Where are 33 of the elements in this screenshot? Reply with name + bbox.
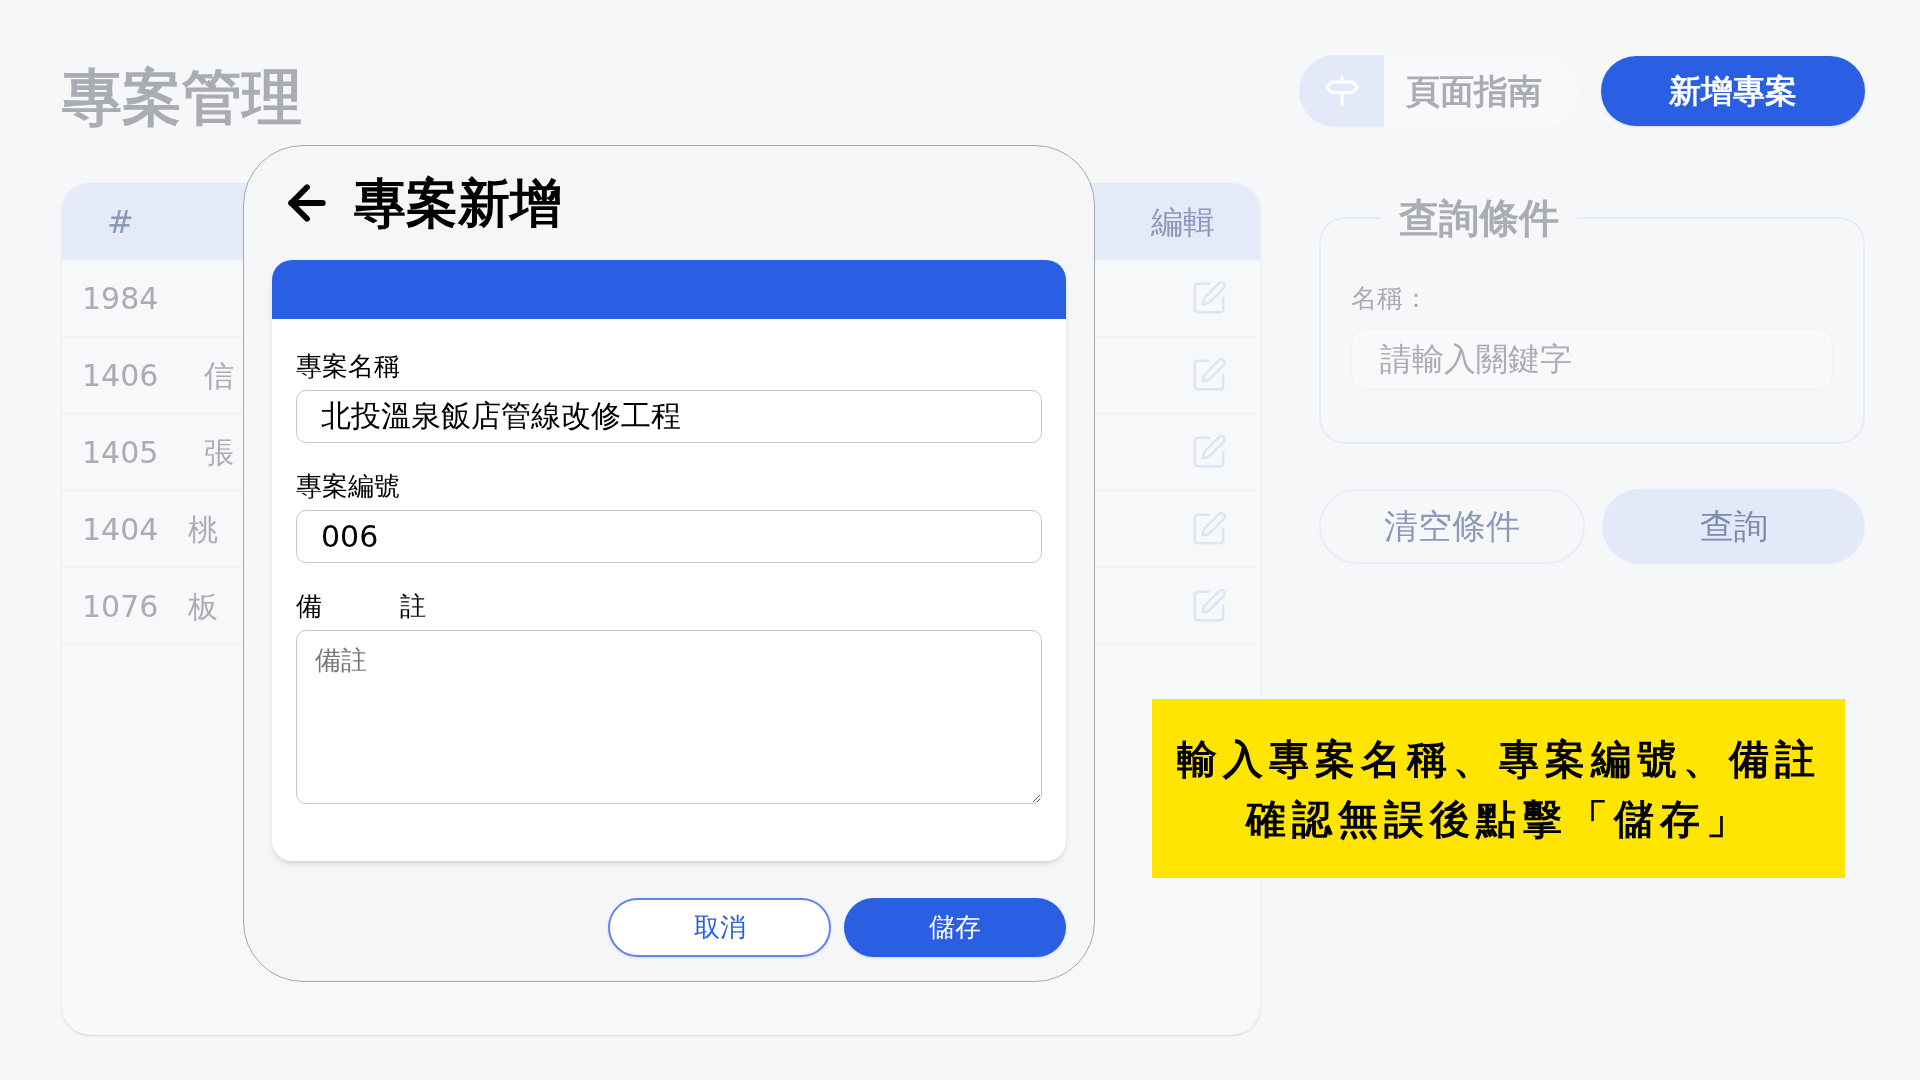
- edit-icon[interactable]: [1190, 433, 1228, 471]
- cancel-button[interactable]: 取消: [608, 898, 831, 957]
- column-header: 編輯: [1151, 201, 1215, 243]
- table-cell-text: 1404: [82, 510, 160, 549]
- table-cell-text: 1406: [82, 356, 160, 395]
- text-field[interactable]: 006: [296, 510, 1042, 563]
- signpost-icon: [1323, 73, 1360, 109]
- page-title: 專案管理: [62, 61, 302, 134]
- field-label: 備 註: [296, 590, 426, 623]
- table-cell-text: 張: [204, 433, 234, 472]
- field-label: 專案名稱: [296, 350, 400, 383]
- save-button[interactable]: 儲存: [844, 898, 1066, 957]
- table-cell-text: 1405: [82, 433, 160, 472]
- table-cell-text: 1984: [82, 279, 160, 318]
- notes-field[interactable]: 備註: [296, 630, 1042, 804]
- field-label: 專案編號: [296, 470, 400, 503]
- add-project-button[interactable]: 新增專案: [1600, 56, 1865, 126]
- edit-icon[interactable]: [1190, 279, 1228, 317]
- table-cell-text: 1076: [82, 587, 160, 626]
- table-cell-text: 信: [204, 356, 234, 395]
- search-button[interactable]: 查詢: [1602, 489, 1865, 564]
- table-cell-text: 桃: [188, 510, 218, 549]
- name-label: 名稱：: [1351, 282, 1430, 315]
- keyword-field[interactable]: 請輸入關鍵字: [1351, 328, 1833, 390]
- callout-text: 確認無誤後點擊「儲存」: [1245, 794, 1752, 844]
- edit-icon[interactable]: [1190, 356, 1228, 394]
- edit-icon[interactable]: [1190, 587, 1228, 625]
- text-field[interactable]: 北投溫泉飯店管線改修工程: [296, 390, 1042, 443]
- edit-icon[interactable]: [1190, 510, 1228, 548]
- column-header: #: [107, 201, 134, 243]
- dialog-title: 專案新增: [354, 172, 562, 235]
- callout-text: 輸入專案名稱、專案編號、備註: [1176, 734, 1821, 784]
- table-cell-text: 板: [188, 587, 218, 626]
